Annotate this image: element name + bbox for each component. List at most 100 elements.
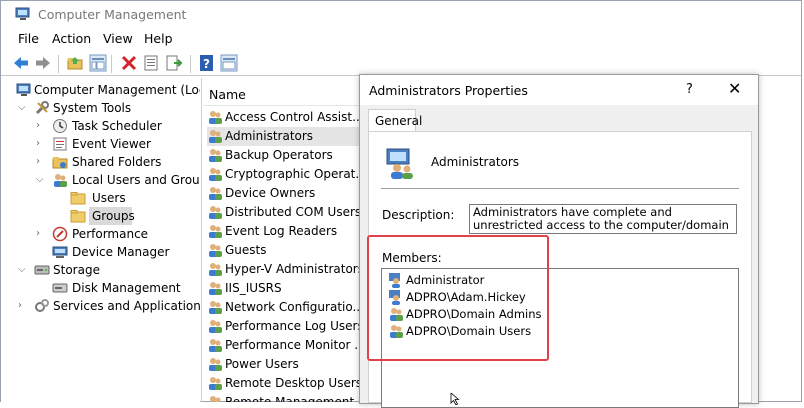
group-list-item-label: Remote Desktop Users [225,376,359,390]
tree-item-task-scheduler[interactable]: › Task Scheduler [1,117,200,135]
group-list-item[interactable]: Administrators [207,127,359,146]
pane-divider[interactable] [201,78,202,402]
group-icon [209,339,222,352]
tab-label: General [375,114,423,128]
group-icon [209,187,222,200]
tree-item-label: Storage [53,263,100,277]
menu-file[interactable]: File [18,31,39,46]
group-list-item[interactable]: Event Log Readers [207,222,359,241]
close-button[interactable]: ✕ [728,79,741,98]
tree-item-label: Groups [92,209,135,223]
tree-item-disk-management[interactable]: Disk Management [1,279,200,297]
group-name: Administrators [431,155,520,169]
group-list-item[interactable]: Distributed COM Users [207,203,359,222]
group-list-item-label: Access Control Assist... [225,110,359,124]
menu-view[interactable]: View [103,31,133,46]
tree-item-users[interactable]: Users [1,189,200,207]
group-list-item-label: Cryptographic Operat... [225,167,359,181]
tree-item-label: Performance [72,227,149,241]
up-folder-icon[interactable] [66,54,84,72]
group-list-item-label: Remote Management ... [225,395,359,402]
tree-item-shared-folders[interactable]: › Shared Folders [1,153,200,171]
properties-icon[interactable] [142,54,160,72]
group-icon [209,206,222,219]
chevron-right-icon[interactable]: › [36,229,46,239]
tree-item-label: Task Scheduler [72,119,162,133]
toolbar: ? [1,51,801,76]
computer-management-icon [15,7,30,20]
description-label: Description: [382,208,455,222]
tree-item-label: Shared Folders [72,155,162,169]
chevron-down-icon[interactable]: ⌵ [36,175,46,185]
toolbar-separator [190,55,191,73]
group-icon [209,320,222,333]
show-hide-tree-icon[interactable] [89,54,107,72]
tree-item-device-manager[interactable]: Device Manager [1,243,200,261]
mouse-cursor-icon [450,393,460,405]
group-list-item[interactable]: Device Owners [207,184,359,203]
column-header-label: Name [209,87,246,102]
group-icon [209,301,222,314]
chevron-right-icon[interactable]: › [36,121,46,131]
chevron-down-icon[interactable]: ⌵ [18,265,28,275]
dialog-title-bar: Administrators Properties ? ✕ [360,75,758,105]
group-list-item-label: Performance Monitor ... [225,338,359,352]
tree-item-label: System Tools [53,101,132,115]
services-icon [35,299,49,312]
export-list-icon[interactable] [165,54,183,72]
chevron-right-icon[interactable]: › [36,139,46,149]
toolbar-separator [58,55,59,73]
group-list-item[interactable]: Power Users [207,355,359,374]
chevron-down-icon[interactable]: ⌵ [18,103,28,113]
group-list-item[interactable]: Performance Log Users [207,317,359,336]
group-icon [386,148,413,179]
group-list-item[interactable]: Guests [207,241,359,260]
tree-item-performance[interactable]: › Performance [1,225,200,243]
tab-general[interactable]: General [368,109,422,132]
svg-text:?: ? [203,57,210,71]
help-icon[interactable]: ? [198,54,216,72]
group-icon [209,377,222,390]
tree-item-groups[interactable]: Groups [1,207,200,225]
group-list-item[interactable]: Remote Management ... [207,393,359,402]
group-list-item[interactable]: Access Control Assist... [207,108,359,127]
group-list-item[interactable]: IIS_IUSRS [207,279,359,298]
group-list-item-label: Guests [225,243,267,257]
chevron-right-icon[interactable]: › [18,301,28,311]
tree-item-event-viewer[interactable]: › Event Viewer [1,135,200,153]
chevron-right-icon[interactable]: › [36,157,46,167]
delete-icon[interactable] [120,54,138,72]
menu-bar: File Action View Help [1,29,801,49]
device-manager-icon [52,246,68,258]
tree-item-computer-management[interactable]: Computer Management (Local [1,81,200,99]
tree-item-label: Users [92,191,126,205]
tree-item-label: Services and Applications [53,299,200,313]
menu-action[interactable]: Action [52,31,91,46]
group-list-item-label: Network Configuratio... [225,300,359,314]
description-field[interactable]: Administrators have complete and unrestr… [469,204,737,234]
group-list-item[interactable]: Hyper-V Administrators [207,260,359,279]
group-list-item[interactable]: Remote Desktop Users [207,374,359,393]
toolbar-separator [111,55,112,73]
tree-item-services-applications[interactable]: › Services and Applications [1,297,200,315]
back-arrow-icon[interactable] [12,54,30,72]
help-button[interactable]: ? [686,82,693,97]
group-list-item[interactable]: Network Configuratio... [207,298,359,317]
group-list-item[interactable]: Cryptographic Operat... [207,165,359,184]
tree-item-local-users-groups[interactable]: ⌵ Local Users and Groups [1,171,200,189]
groups-list: Name Access Control Assist... Administrat… [203,78,359,402]
group-list-item[interactable]: Performance Monitor ... [207,336,359,355]
group-list-item-label: IIS_IUSRS [225,281,282,295]
tree-item-storage[interactable]: ⌵ Storage [1,261,200,279]
menu-help[interactable]: Help [144,31,173,46]
group-icon [209,111,222,124]
mmc-console-icon[interactable] [220,54,238,72]
tree-item-system-tools[interactable]: ⌵ System Tools [1,99,200,117]
column-header-name[interactable]: Name [203,83,359,106]
event-viewer-icon [53,137,67,151]
group-list-item[interactable]: Backup Operators [207,146,359,165]
tree-item-label: Computer Management (Local [34,83,200,97]
group-icon [209,263,222,276]
window-title: Computer Management [38,7,187,22]
forward-arrow-icon[interactable] [34,54,52,72]
